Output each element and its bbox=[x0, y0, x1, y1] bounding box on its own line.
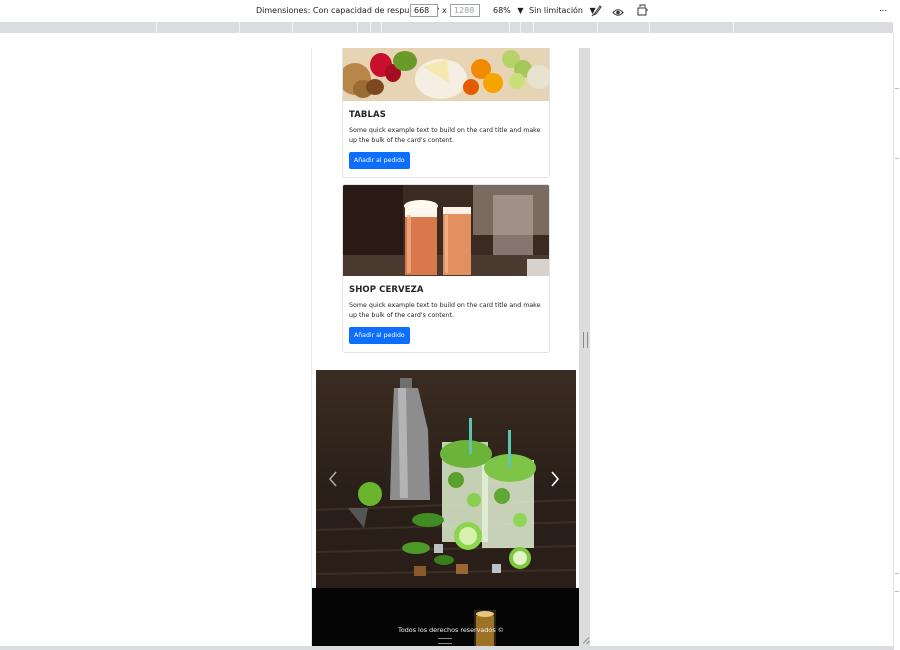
device-viewport: TABLAS Some quick example text to build … bbox=[311, 48, 580, 650]
mojito-slide-image bbox=[316, 370, 576, 588]
beer-glasses-image bbox=[343, 185, 549, 276]
panel-edge bbox=[893, 33, 900, 650]
product-card-shop-cerveza: SHOP CERVEZA Some quick example text to … bbox=[342, 184, 550, 353]
carousel-next-icon[interactable] bbox=[548, 470, 562, 488]
rotate-device-icon[interactable] bbox=[636, 4, 649, 18]
device-toolbar: Dimensiones: Con capacidad de respuesta … bbox=[0, 0, 900, 22]
dimensions-label: Dimensiones: Con capacidad de respuesta bbox=[256, 6, 427, 15]
image-carousel bbox=[316, 370, 576, 588]
add-to-order-button[interactable]: Añadir al pedido bbox=[349, 327, 410, 344]
zoom-dropdown[interactable]: 68% ▼ bbox=[493, 0, 523, 22]
width-input[interactable]: 668 bbox=[410, 4, 438, 17]
sensor-pen-icon[interactable] bbox=[591, 4, 603, 18]
resize-handle-bottom[interactable] bbox=[438, 638, 452, 644]
more-options-icon[interactable]: ⋯ bbox=[879, 0, 887, 22]
card-text: Some quick example text to build on the … bbox=[349, 302, 541, 319]
zoom-label: 68% bbox=[493, 6, 511, 15]
resize-handle-right[interactable] bbox=[583, 332, 588, 348]
resize-handle-corner[interactable] bbox=[582, 636, 590, 644]
product-card-tablas: TABLAS Some quick example text to build … bbox=[342, 48, 550, 178]
media-query-ruler bbox=[0, 22, 893, 33]
throttle-label: Sin limitación bbox=[529, 6, 583, 15]
vision-eye-icon[interactable] bbox=[612, 5, 624, 17]
cheese-board-image bbox=[343, 48, 549, 101]
add-to-order-button[interactable]: Añadir al pedido bbox=[349, 152, 410, 169]
times-label: x bbox=[442, 6, 447, 15]
chevron-down-icon: ▼ bbox=[517, 6, 524, 15]
card-title: TABLAS bbox=[349, 110, 386, 120]
height-input[interactable]: 1288 bbox=[450, 4, 480, 17]
card-text: Some quick example text to build on the … bbox=[349, 127, 541, 144]
throttle-dropdown[interactable]: Sin limitación ▼ bbox=[529, 0, 596, 22]
carousel-prev-icon[interactable] bbox=[326, 470, 340, 488]
footer-copyright: Todos los derechos reservados © bbox=[398, 626, 505, 634]
card-title: SHOP CERVEZA bbox=[349, 285, 424, 295]
bottom-bar bbox=[0, 646, 893, 650]
viewport-scrollbar[interactable] bbox=[579, 48, 590, 650]
